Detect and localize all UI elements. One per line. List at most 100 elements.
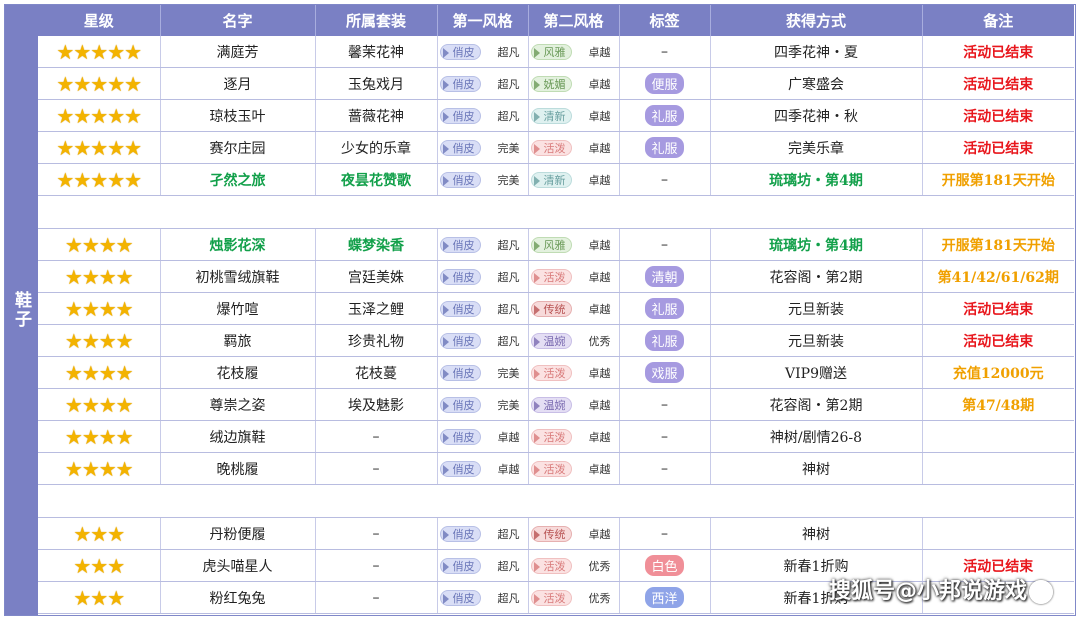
style2-cell: 活泼 优秀	[528, 549, 620, 582]
style2-wrap: 活泼 卓越	[529, 460, 619, 477]
star-rating-cell: ★★★★	[38, 228, 161, 261]
style1-cell: 俏皮 超凡	[437, 549, 529, 582]
style2-pill: 温婉	[530, 396, 572, 413]
tag-cell: 礼服	[619, 324, 711, 357]
item-name: 逐月	[160, 67, 316, 100]
pinwheel-icon	[1029, 580, 1053, 604]
style1-cell: 俏皮 超凡	[437, 324, 529, 357]
tag-cell: 西洋	[619, 581, 711, 614]
source-cell: 完美乐章	[710, 131, 923, 164]
item-name: 爆竹喧	[160, 292, 316, 325]
style2-wrap: 活泼 优秀	[529, 589, 619, 606]
style2-wrap: 传统 卓越	[529, 525, 619, 542]
style2-pill: 风雅	[530, 43, 572, 60]
table-row: ★★★★ 绒边旗鞋 – 俏皮 卓越 活泼 卓越 – 神树/剧情26-8	[38, 420, 1074, 453]
style2-cell: 温婉 优秀	[528, 324, 620, 357]
style1-cell: 俏皮 超凡	[437, 99, 529, 132]
suit-name: 夜昙花赞歌	[315, 163, 438, 196]
style2-cell: 活泼 卓越	[528, 131, 620, 164]
style1-level: 超凡	[497, 334, 520, 348]
suit-name: 蔷薇花神	[315, 99, 438, 132]
tag-cell: –	[619, 452, 711, 485]
style2-cell: 温婉 卓越	[528, 388, 620, 421]
note-cell	[922, 452, 1074, 485]
item-name: 琼枝玉叶	[160, 99, 316, 132]
style2-pill: 妩媚	[530, 75, 572, 92]
note-cell: 活动已结束	[922, 36, 1074, 68]
source-cell: 四季花神・夏	[710, 36, 923, 68]
source-cell: 广寒盛会	[710, 67, 923, 100]
style1-level: 超凡	[497, 559, 520, 573]
style1-wrap: 俏皮 超凡	[438, 525, 528, 542]
table-row: ★★★★★ 满庭芳 馨茉花神 俏皮 超凡 风雅 卓越 – 四季花神・夏 活动已结束	[38, 36, 1074, 68]
style1-level: 超凡	[497, 527, 520, 541]
table-row: ★★★★★ 赛尔庄园 少女的乐章 俏皮 完美 活泼 卓越 礼服 完美乐章 活动已结束	[38, 131, 1074, 164]
style1-pill: 俏皮	[439, 107, 481, 124]
style1-wrap: 俏皮 超凡	[438, 557, 528, 574]
style1-pill: 俏皮	[439, 236, 481, 253]
star-rating-cell: ★★★	[38, 549, 161, 582]
tag-cell: 礼服	[619, 131, 711, 164]
style2-wrap: 清新 卓越	[529, 107, 619, 124]
style2-wrap: 活泼 卓越	[529, 364, 619, 381]
style2-cell: 活泼 卓越	[528, 420, 620, 453]
item-name: 绒边旗鞋	[160, 420, 316, 453]
style1-cell: 俏皮 超凡	[437, 581, 529, 614]
style1-wrap: 俏皮 超凡	[438, 332, 528, 349]
style2-level: 优秀	[588, 591, 611, 605]
style2-pill: 传统	[530, 525, 572, 542]
style1-pill: 俏皮	[439, 171, 481, 188]
header-stars: 星级	[38, 5, 161, 36]
style1-wrap: 俏皮 超凡	[438, 236, 528, 253]
style2-level: 优秀	[588, 334, 611, 348]
tag-empty: –	[661, 525, 668, 542]
header-name: 名字	[160, 5, 316, 36]
style2-wrap: 活泼 优秀	[529, 557, 619, 574]
style2-wrap: 温婉 卓越	[529, 396, 619, 413]
star-icons: ★★★★★	[56, 103, 142, 128]
item-name: 花枝履	[160, 356, 316, 389]
table-row: ★★★★ 初桃雪绒旗鞋 宫廷美姝 俏皮 超凡 活泼 卓越 清朝 花容阁・第2期 第41/42/61…	[38, 260, 1074, 293]
style1-cell: 俏皮 超凡	[437, 228, 529, 261]
style1-wrap: 俏皮 超凡	[438, 300, 528, 317]
note-cell: 活动已结束	[922, 292, 1074, 325]
suit-name: 埃及魅影	[315, 388, 438, 421]
style1-cell: 俏皮 卓越	[437, 452, 529, 485]
style2-level: 卓越	[588, 45, 611, 59]
style2-level: 卓越	[588, 462, 611, 476]
tag-cell: 便服	[619, 67, 711, 100]
style2-wrap: 活泼 卓越	[529, 268, 619, 285]
suit-name: –	[315, 420, 438, 453]
star-icons: ★★★★★	[56, 167, 142, 192]
tag-empty: –	[661, 428, 668, 445]
star-rating-cell: ★★★★	[38, 388, 161, 421]
table-row: ★★★★ 爆竹喧 玉泽之鲤 俏皮 超凡 传统 卓越 礼服 元旦新装 活动已结束	[38, 292, 1074, 325]
style1-pill: 俏皮	[439, 460, 481, 477]
tag-cell: –	[619, 517, 711, 550]
style1-cell: 俏皮 完美	[437, 388, 529, 421]
suit-name: –	[315, 452, 438, 485]
star-icons: ★★★	[73, 553, 125, 578]
style2-level: 卓越	[588, 527, 611, 541]
spacer-cell	[38, 195, 1074, 229]
style2-cell: 清新 卓越	[528, 163, 620, 196]
item-name: 烛影花深	[160, 228, 316, 261]
tag-badge: 礼服	[645, 105, 684, 126]
style1-wrap: 俏皮 超凡	[438, 107, 528, 124]
style2-pill: 活泼	[530, 428, 572, 445]
style2-wrap: 风雅 卓越	[529, 236, 619, 253]
suit-name: 玉兔戏月	[315, 67, 438, 100]
header-row: 星级 名字 所属套装 第一风格 第二风格 标签 获得方式 备注	[38, 5, 1074, 36]
style2-pill: 活泼	[530, 364, 572, 381]
style2-level: 卓越	[588, 398, 611, 412]
source-cell: 元旦新装	[710, 292, 923, 325]
style2-cell: 风雅 卓越	[528, 36, 620, 68]
style1-pill: 俏皮	[439, 364, 481, 381]
style1-level: 卓越	[497, 430, 520, 444]
style1-cell: 俏皮 超凡	[437, 260, 529, 293]
tag-cell: 戏服	[619, 356, 711, 389]
style2-cell: 活泼 卓越	[528, 356, 620, 389]
style1-level: 超凡	[497, 270, 520, 284]
category-column: 鞋子	[5, 5, 38, 615]
table-body: ★★★★★ 满庭芳 馨茉花神 俏皮 超凡 风雅 卓越 – 四季花神・夏 活动已结束 ★★★★★ 逐月玉…	[38, 36, 1074, 614]
